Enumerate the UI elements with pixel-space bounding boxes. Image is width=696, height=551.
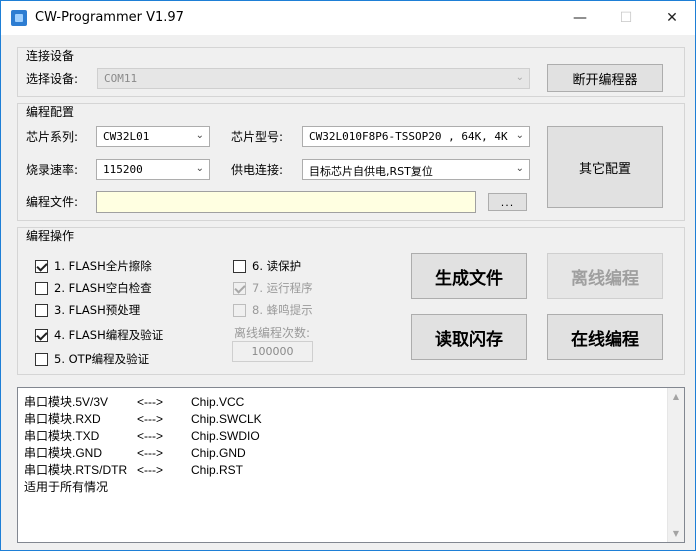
disconnect-button[interactable]: 断开编程器: [547, 64, 663, 92]
log-arrow: <--->: [137, 429, 164, 443]
option-otp-program-verify[interactable]: 5. OTP编程及验证: [35, 351, 149, 367]
client-area: 连接设备 选择设备: COM11 ⌄ 断开编程器 编程配置 芯片系列: CW32…: [9, 39, 687, 545]
config-group-title: 编程配置: [26, 105, 75, 119]
log-left: 串口模块.GND: [24, 446, 103, 460]
log-arrow: <--->: [137, 395, 164, 409]
maximize-button: ☐: [603, 1, 649, 35]
baud-value: 115200: [103, 163, 143, 176]
log-right: Chip.RST: [191, 463, 244, 477]
checkbox[interactable]: [35, 303, 48, 317]
checkbox[interactable]: [35, 259, 48, 273]
option-label: 3. FLASH预处理: [54, 303, 141, 317]
option-buzzer: 8. 蜂鸣提示: [233, 302, 313, 318]
connect-group-title: 连接设备: [26, 49, 75, 63]
option-label: 2. FLASH空白检查: [54, 281, 152, 295]
connect-group: 连接设备 选择设备: COM11 ⌄ 断开编程器: [17, 47, 685, 97]
log-left: 串口模块.RTS/DTR: [24, 463, 128, 477]
power-label: 供电连接:: [231, 163, 284, 177]
app-window: CW-Programmer V1.97 — ☐ ✕ 连接设备 选择设备: COM…: [0, 0, 696, 551]
log-left: 串口模块.RXD: [24, 412, 101, 426]
baud-label: 烧录速率:: [26, 163, 79, 177]
device-label: 选择设备:: [26, 72, 79, 86]
option-flash-blank-check[interactable]: 2. FLASH空白检查: [35, 280, 152, 296]
ops-group: 编程操作 1. FLASH全片擦除 2. FLASH空白检查 3. FLASH预…: [17, 227, 685, 375]
scroll-down-icon[interactable]: ▼: [668, 525, 684, 542]
checkbox[interactable]: [233, 259, 246, 273]
offline-count-input: 100000: [232, 341, 313, 362]
generate-file-button[interactable]: 生成文件: [411, 253, 527, 299]
log-arrow: <--->: [137, 463, 164, 477]
option-label: 5. OTP编程及验证: [54, 352, 150, 366]
log-scrollbar[interactable]: ▲ ▼: [667, 388, 684, 542]
log-arrow: <--->: [137, 412, 164, 426]
checkbox[interactable]: [35, 352, 48, 366]
checkbox: [233, 303, 246, 317]
option-read-protect[interactable]: 6. 读保护: [233, 258, 301, 274]
device-select-value: COM11: [104, 72, 138, 85]
window-title: CW-Programmer V1.97: [35, 10, 184, 25]
other-config-button[interactable]: 其它配置: [547, 126, 663, 208]
chevron-down-icon: ⌄: [515, 130, 524, 141]
config-group: 编程配置 芯片系列: CW32L01 ⌄ 芯片型号: CW32L010F8P6-…: [17, 103, 685, 221]
device-select: COM11 ⌄: [97, 68, 530, 89]
online-program-button[interactable]: 在线编程: [547, 314, 663, 360]
log-panel[interactable]: 串口模块.5V/3V <---> Chip.VCC 串口模块.RXD <--->…: [17, 387, 685, 543]
file-path-input[interactable]: [96, 191, 476, 213]
checkbox: [233, 281, 246, 295]
option-flash-program-verify[interactable]: 4. FLASH编程及验证: [35, 327, 163, 343]
log-right: Chip.VCC: [191, 395, 245, 409]
option-label: 1. FLASH全片擦除: [54, 259, 152, 273]
read-flash-button[interactable]: 读取闪存: [411, 314, 527, 360]
chevron-down-icon: ⌄: [195, 130, 204, 141]
option-label: 6. 读保护: [252, 259, 302, 273]
option-flash-preprocess[interactable]: 3. FLASH预处理: [35, 302, 140, 318]
log-left: 串口模块.5V/3V: [24, 395, 109, 409]
scroll-up-icon[interactable]: ▲: [668, 388, 684, 405]
file-label: 编程文件:: [26, 195, 79, 209]
chip-model-label: 芯片型号:: [231, 130, 284, 144]
option-flash-erase[interactable]: 1. FLASH全片擦除: [35, 258, 152, 274]
log-right: Chip.SWDIO: [191, 429, 260, 443]
log-arrow: <--->: [137, 446, 164, 460]
checkbox[interactable]: [35, 281, 48, 295]
option-label: 7. 运行程序: [252, 281, 313, 295]
baud-select[interactable]: 115200 ⌄: [96, 159, 210, 180]
chip-series-value: CW32L01: [103, 130, 150, 143]
option-label: 4. FLASH编程及验证: [54, 328, 164, 342]
log-left: 串口模块.TXD: [24, 429, 100, 443]
chip-series-label: 芯片系列:: [26, 130, 79, 144]
checkbox[interactable]: [35, 328, 48, 342]
power-select[interactable]: 目标芯片自供电,RST复位 ⌄: [302, 159, 530, 180]
power-value: 目标芯片自供电,RST复位: [309, 165, 433, 178]
chip-series-select[interactable]: CW32L01 ⌄: [96, 126, 210, 147]
minimize-icon: —: [573, 10, 587, 26]
log-right: Chip.SWCLK: [191, 412, 262, 426]
offline-count-label: 离线编程次数:: [234, 326, 311, 340]
option-run-program: 7. 运行程序: [233, 280, 313, 296]
close-button[interactable]: ✕: [649, 1, 695, 35]
offline-program-button: 离线编程: [547, 253, 663, 299]
title-bar[interactable]: CW-Programmer V1.97 — ☐ ✕: [1, 1, 695, 35]
log-right: Chip.GND: [191, 446, 246, 460]
chevron-down-icon: ⌄: [515, 72, 524, 83]
option-label: 8. 蜂鸣提示: [252, 303, 313, 317]
minimize-button[interactable]: —: [557, 1, 603, 35]
chevron-down-icon: ⌄: [195, 163, 204, 174]
app-logo-icon: [11, 10, 27, 26]
ops-group-title: 编程操作: [26, 229, 75, 243]
browse-button[interactable]: ...: [488, 193, 527, 211]
chip-model-value: CW32L010F8P6-TSSOP20 , 64K, 4K: [309, 130, 508, 143]
chip-model-select[interactable]: CW32L010F8P6-TSSOP20 , 64K, 4K ⌄: [302, 126, 530, 147]
maximize-icon: ☐: [619, 10, 633, 26]
close-icon: ✕: [666, 10, 678, 26]
log-left: 适用于所有情况: [24, 480, 109, 494]
chevron-down-icon: ⌄: [515, 163, 524, 174]
